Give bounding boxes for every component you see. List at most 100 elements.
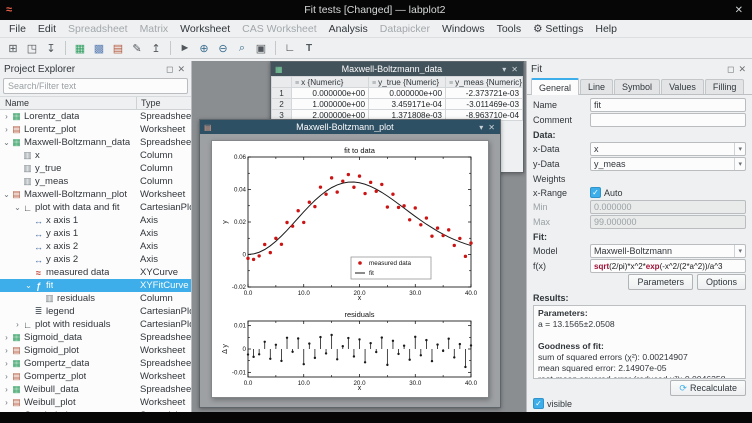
tree-item-x-axis-1[interactable]: ↔x axis 1Axis (0, 214, 191, 227)
add-text-label-icon[interactable]: T (300, 40, 318, 57)
expander-icon[interactable]: › (2, 398, 11, 407)
column-header-x-numeric[interactable]: ≡x {Numeric} (292, 77, 369, 88)
model-select[interactable]: Maxwell-Boltzmann ▾ (590, 244, 746, 258)
tree-item-lorentz-plot[interactable]: ›▤Lorentz_plotWorksheet (0, 123, 191, 136)
tree-item-weibull-data[interactable]: ›▦Weibull_dataSpreadsheet (0, 383, 191, 396)
tree-item-residuals[interactable]: ▥residualsColumn (0, 292, 191, 305)
tree-item-gompertz-data[interactable]: ›▦Gompertz_dataSpreadsheet (0, 357, 191, 370)
cell[interactable]: -2.373721e-03 (446, 88, 523, 99)
tree-item-plot-with-data-and-fit[interactable]: ⌄∟plot with data and fitCartesianPlot (0, 201, 191, 214)
window-close-icon[interactable]: ✕ (510, 65, 519, 74)
tab-values[interactable]: Values (661, 79, 704, 94)
dock-float-icon[interactable]: ◻ (725, 64, 736, 75)
x-data-select[interactable]: x ▾ (590, 142, 746, 156)
dock-float-icon[interactable]: ◻ (164, 64, 175, 75)
tree-item-sigmoid-plot[interactable]: ›▤Sigmoid_plotWorksheet (0, 344, 191, 357)
menu-settings[interactable]: ⚙ Settings (527, 22, 589, 36)
new-matrix-icon[interactable]: ▩ (90, 40, 108, 57)
zoom-out-icon[interactable]: ⊖ (214, 40, 232, 57)
auto-checkbox[interactable]: ✓ (590, 187, 601, 198)
tree-item-plot-with-residuals[interactable]: ›∟plot with residualsCartesianPlot (0, 318, 191, 331)
menu-edit[interactable]: Edit (32, 22, 62, 36)
column-header-name[interactable]: Name (0, 98, 29, 108)
dock-close-icon[interactable]: ✕ (175, 64, 187, 75)
visible-checkbox[interactable]: ✓ (533, 398, 544, 409)
add-plot-icon[interactable]: ∟ (281, 40, 299, 57)
tree-item-y-axis-2[interactable]: ↔y axis 2Axis (0, 253, 191, 266)
name-input[interactable] (590, 98, 746, 112)
new-note-icon[interactable]: ✎ (128, 40, 146, 57)
expander-icon[interactable]: ⌄ (13, 203, 22, 212)
tree-item-gompertz-plot[interactable]: ›▤Gompertz_plotWorksheet (0, 370, 191, 383)
expander-icon[interactable]: › (2, 125, 11, 134)
tree-item-y-axis-1[interactable]: ↔y axis 1Axis (0, 227, 191, 240)
open-project-icon[interactable]: ◳ (23, 40, 41, 57)
fit-plot[interactable]: fit to data0.010.020.030.040.0-0.0200.02… (221, 145, 479, 303)
window-shade-icon[interactable]: ▾ (478, 123, 484, 132)
zoom-select-icon[interactable]: ⌕ (233, 40, 251, 57)
worksheet-window-titlebar[interactable]: ▤ Maxwell-Boltzmann_plot ▾ ✕ (200, 120, 500, 134)
tab-symbol[interactable]: Symbol (614, 79, 660, 94)
select-mode-icon[interactable]: ► (176, 40, 194, 57)
expander-icon[interactable]: › (13, 320, 22, 329)
column-header-type[interactable]: Type (136, 97, 161, 109)
import-data-icon[interactable]: ↥ (147, 40, 165, 57)
formula-input[interactable]: sqrt(2/pi)*x^2*exp(-x^2/(2*a^2))/a^3 (590, 259, 746, 273)
tree-item-measured-data[interactable]: ≈measured dataXYCurve (0, 266, 191, 279)
new-project-icon[interactable]: ⊞ (4, 40, 22, 57)
search-input[interactable] (3, 78, 188, 94)
expander-icon[interactable]: › (2, 333, 11, 342)
tree-item-fit[interactable]: ⌄ƒfitXYFitCurve (0, 279, 191, 292)
column-header-y-true-numeric[interactable]: ≡y_true {Numeric} (369, 77, 446, 88)
expander-icon[interactable]: ⌄ (24, 281, 33, 290)
menu-analysis[interactable]: Analysis (323, 22, 374, 36)
tree-item-sigmoid-data[interactable]: ›▦Sigmoid_dataSpreadsheet (0, 331, 191, 344)
options-button[interactable]: Options (697, 274, 746, 290)
spreadsheet-window-titlebar[interactable]: ▦ Maxwell-Boltzmann_data ▾ ✕ (271, 62, 523, 76)
tab-filling[interactable]: Filling (705, 79, 745, 94)
expander-icon[interactable]: › (2, 385, 11, 394)
spreadsheet-table[interactable]: ≡x {Numeric}≡y_true {Numeric}≡y_meas {Nu… (271, 76, 523, 121)
tree-item-maxwell-boltzmann-plot[interactable]: ⌄▤Maxwell-Boltzmann_plotWorksheet (0, 188, 191, 201)
tree-item-lorentz-data[interactable]: ›▦Lorentz_dataSpreadsheet (0, 110, 191, 123)
tab-line[interactable]: Line (580, 79, 613, 94)
window-close-icon[interactable]: ✕ (487, 123, 496, 132)
tree-item-maxwell-boltzmann-data[interactable]: ⌄▦Maxwell-Boltzmann_dataSpreadsheet (0, 136, 191, 149)
new-worksheet-icon[interactable]: ▤ (109, 40, 127, 57)
save-project-icon[interactable]: ↧ (42, 40, 60, 57)
menu-tools[interactable]: Tools (491, 22, 528, 36)
cell[interactable]: 1.000000e+00 (292, 99, 369, 110)
expander-icon[interactable]: ⌄ (2, 138, 11, 147)
cell[interactable]: -3.011469e-03 (446, 99, 523, 110)
row-header[interactable]: 2 (272, 99, 292, 110)
zoom-in-icon[interactable]: ⊕ (195, 40, 213, 57)
menu-windows[interactable]: Windows (436, 22, 491, 36)
cell[interactable]: 0.000000e+00 (292, 88, 369, 99)
tree-item-y-meas[interactable]: ▥y_measColumn (0, 175, 191, 188)
recalculate-button[interactable]: ⟳ Recalculate (670, 380, 746, 396)
expander-icon[interactable]: › (2, 112, 11, 121)
expander-icon[interactable]: › (2, 372, 11, 381)
cell[interactable]: 3.459171e-04 (369, 99, 446, 110)
expander-icon[interactable]: › (2, 359, 11, 368)
window-shade-icon[interactable]: ▾ (501, 65, 507, 74)
y-data-select[interactable]: y_meas ▾ (590, 157, 746, 171)
row-header[interactable]: 1 (272, 88, 292, 99)
tree-item-legend[interactable]: ≣legendCartesianPlotL... (0, 305, 191, 318)
new-spreadsheet-icon[interactable]: ▦ (71, 40, 89, 57)
expander-icon[interactable]: › (2, 346, 11, 355)
residuals-plot[interactable]: residuals0.010.020.030.040.0-0.0100.01xΔ… (221, 309, 479, 393)
tree-item-x-axis-2[interactable]: ↔x axis 2Axis (0, 240, 191, 253)
comment-input[interactable] (590, 113, 746, 127)
tree-item-x[interactable]: ▥xColumn (0, 149, 191, 162)
cell[interactable]: 0.000000e+00 (369, 88, 446, 99)
menu-help[interactable]: Help (589, 22, 623, 36)
parameters-button[interactable]: Parameters (628, 274, 693, 290)
expander-icon[interactable]: ⌄ (2, 190, 11, 199)
spreadsheet-corner[interactable] (272, 77, 292, 88)
menu-worksheet[interactable]: Worksheet (174, 22, 236, 36)
menu-file[interactable]: File (3, 22, 32, 36)
fit-page-icon[interactable]: ▣ (252, 40, 270, 57)
tab-general[interactable]: General (531, 78, 579, 95)
dock-close-icon[interactable]: ✕ (736, 64, 748, 75)
